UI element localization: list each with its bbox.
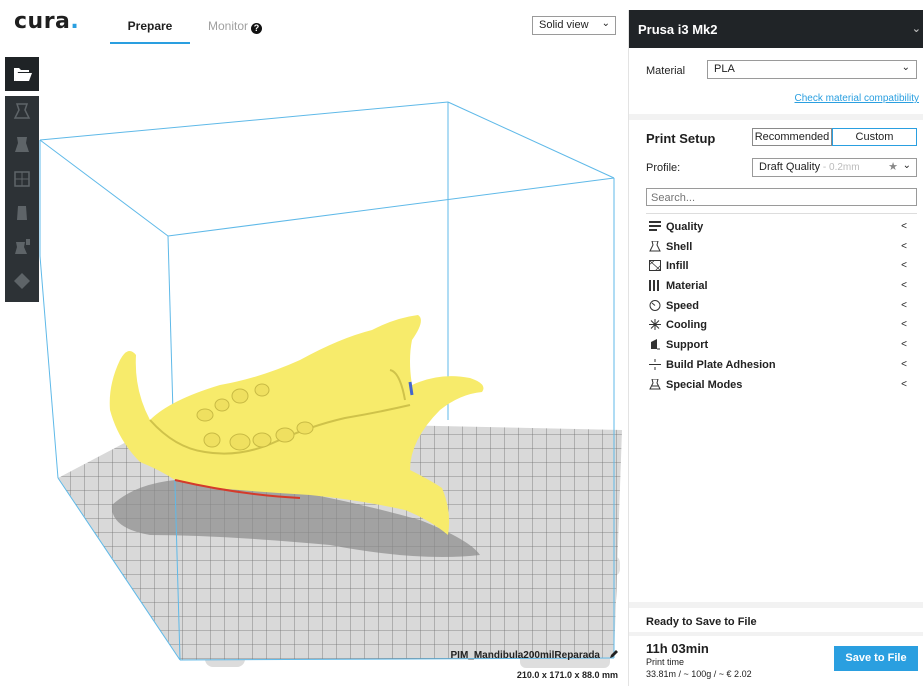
quality-icon bbox=[649, 221, 661, 231]
infill-icon bbox=[649, 260, 661, 272]
category-speed[interactable]: Speed < bbox=[646, 296, 917, 316]
mirror-tool-icon bbox=[17, 206, 27, 220]
category-label: Build Plate Adhesion bbox=[666, 358, 776, 371]
chevron-down-icon: ⌄ bbox=[901, 62, 910, 73]
category-shell[interactable]: Shell < bbox=[646, 237, 917, 257]
category-label: Cooling bbox=[666, 319, 707, 332]
3d-viewport[interactable] bbox=[0, 0, 628, 686]
settings-categories: Quality < Shell < Infill < Material < Speed <… bbox=[646, 217, 917, 394]
chevron-down-icon: ⌄ bbox=[911, 23, 921, 35]
shell-icon bbox=[649, 240, 661, 252]
category-build-plate-adhesion[interactable]: Build Plate Adhesion < bbox=[646, 355, 917, 375]
save-status-title: Ready to Save to File bbox=[646, 616, 757, 628]
divider bbox=[629, 632, 923, 636]
mode-custom-button[interactable]: Custom bbox=[832, 128, 917, 146]
support-icon bbox=[651, 339, 660, 350]
top-bar: cura. Prepare Monitor? Solid view ⌄ bbox=[0, 0, 628, 44]
machine-name: Prusa i3 Mk2 bbox=[638, 22, 718, 37]
print-time-value: 11h 03min bbox=[646, 641, 709, 656]
rotate-tool-button[interactable] bbox=[5, 164, 39, 194]
category-label: Infill bbox=[666, 260, 689, 273]
chevron-left-icon: < bbox=[901, 240, 907, 252]
tool-panel bbox=[5, 96, 39, 302]
rotate-tool-icon bbox=[14, 171, 30, 187]
category-label: Speed bbox=[666, 299, 700, 312]
view-mode-value: Solid view bbox=[539, 19, 589, 31]
material-row: Material PLA ⌄ bbox=[629, 60, 923, 90]
speed-icon bbox=[649, 299, 661, 311]
chevron-left-icon: < bbox=[901, 299, 907, 311]
profile-label: Profile: bbox=[646, 162, 681, 174]
category-infill[interactable]: Infill < bbox=[646, 256, 917, 276]
profile-layer-height: - 0.2mm bbox=[820, 162, 860, 173]
print-stats: 33.81m / ~ 100g / ~ € 2.02 bbox=[646, 669, 752, 679]
chevron-left-icon: < bbox=[901, 319, 907, 331]
category-label: Shell bbox=[666, 240, 693, 253]
cura-logo: cura. bbox=[14, 9, 80, 34]
scene-canvas[interactable] bbox=[0, 0, 628, 686]
divider bbox=[629, 602, 923, 608]
cooling-icon bbox=[649, 319, 661, 331]
per-model-settings-icon bbox=[15, 239, 30, 254]
material-label: Material bbox=[646, 65, 686, 77]
category-label: Material bbox=[666, 280, 708, 293]
category-special-modes[interactable]: Special Modes < bbox=[646, 375, 917, 395]
model-file-name: PIM_Mandibula200milReparada bbox=[450, 650, 601, 661]
settings-panel: Prusa i3 Mk2 ⌄ Material PLA ⌄ Check mate… bbox=[628, 10, 923, 686]
print-time-label: Print time bbox=[646, 657, 685, 667]
category-label: Quality bbox=[666, 221, 704, 233]
category-material[interactable]: Material < bbox=[646, 276, 917, 296]
open-file-icon bbox=[14, 68, 32, 81]
chevron-down-icon: ⌄ bbox=[601, 18, 610, 29]
model-dimensions: 210.0 x 171.0 x 88.0 mm bbox=[516, 670, 618, 680]
machine-selector[interactable]: Prusa i3 Mk2 ⌄ bbox=[629, 10, 923, 48]
support-blocker-button[interactable] bbox=[5, 266, 39, 296]
material-value: PLA bbox=[714, 63, 735, 75]
tab-prepare[interactable]: Prepare bbox=[110, 19, 190, 44]
save-area: Ready to Save to File 11h 03min Print ti… bbox=[629, 602, 923, 686]
category-cooling[interactable]: Cooling < bbox=[646, 315, 917, 335]
view-mode-select[interactable]: Solid view ⌄ bbox=[532, 16, 616, 35]
chevron-left-icon: < bbox=[901, 221, 907, 232]
material-icon bbox=[649, 280, 659, 292]
open-file-button[interactable] bbox=[5, 57, 39, 91]
move-tool-button[interactable] bbox=[5, 96, 39, 126]
chevron-left-icon: < bbox=[901, 358, 907, 370]
category-quality[interactable]: Quality < bbox=[646, 217, 917, 237]
print-setup-title: Print Setup bbox=[646, 131, 716, 146]
profile-select[interactable]: Draft Quality - 0.2mm ★ ⌄ bbox=[752, 158, 917, 177]
mode-recommended-button[interactable]: Recommended bbox=[752, 128, 832, 146]
chevron-left-icon: < bbox=[901, 378, 907, 390]
edit-pencil-icon[interactable] bbox=[608, 648, 620, 660]
star-icon: ★ bbox=[888, 161, 898, 173]
left-toolbar bbox=[0, 52, 40, 302]
material-select[interactable]: PLA ⌄ bbox=[707, 60, 917, 79]
scale-tool-button[interactable] bbox=[5, 130, 39, 160]
chevron-down-icon: ⌄ bbox=[902, 160, 911, 171]
save-to-file-button[interactable]: Save to File bbox=[834, 646, 918, 671]
chevron-left-icon: < bbox=[901, 260, 907, 272]
check-material-compatibility-link[interactable]: Check material compatibility bbox=[795, 93, 920, 104]
per-model-settings-button[interactable] bbox=[5, 232, 39, 262]
divider bbox=[629, 114, 923, 120]
tab-monitor-label: Monitor bbox=[208, 19, 249, 33]
category-support[interactable]: Support < bbox=[646, 335, 917, 355]
chevron-left-icon: < bbox=[901, 339, 907, 351]
adhesion-icon bbox=[649, 358, 661, 370]
divider bbox=[646, 213, 917, 214]
chevron-left-icon: < bbox=[901, 280, 907, 292]
special-modes-icon bbox=[649, 378, 661, 389]
category-label: Support bbox=[666, 339, 709, 352]
scale-tool-icon bbox=[15, 137, 29, 152]
mirror-tool-button[interactable] bbox=[5, 198, 39, 228]
settings-search-input[interactable] bbox=[646, 188, 917, 206]
category-label: Special Modes bbox=[666, 378, 743, 391]
profile-value: Draft Quality bbox=[759, 161, 821, 173]
help-icon: ? bbox=[251, 23, 263, 34]
tab-monitor[interactable]: Monitor? bbox=[208, 19, 263, 44]
move-tool-icon bbox=[13, 103, 31, 119]
cura-app: cura. Prepare Monitor? Solid view ⌄ PIM_… bbox=[0, 0, 923, 686]
support-blocker-icon bbox=[14, 273, 30, 289]
